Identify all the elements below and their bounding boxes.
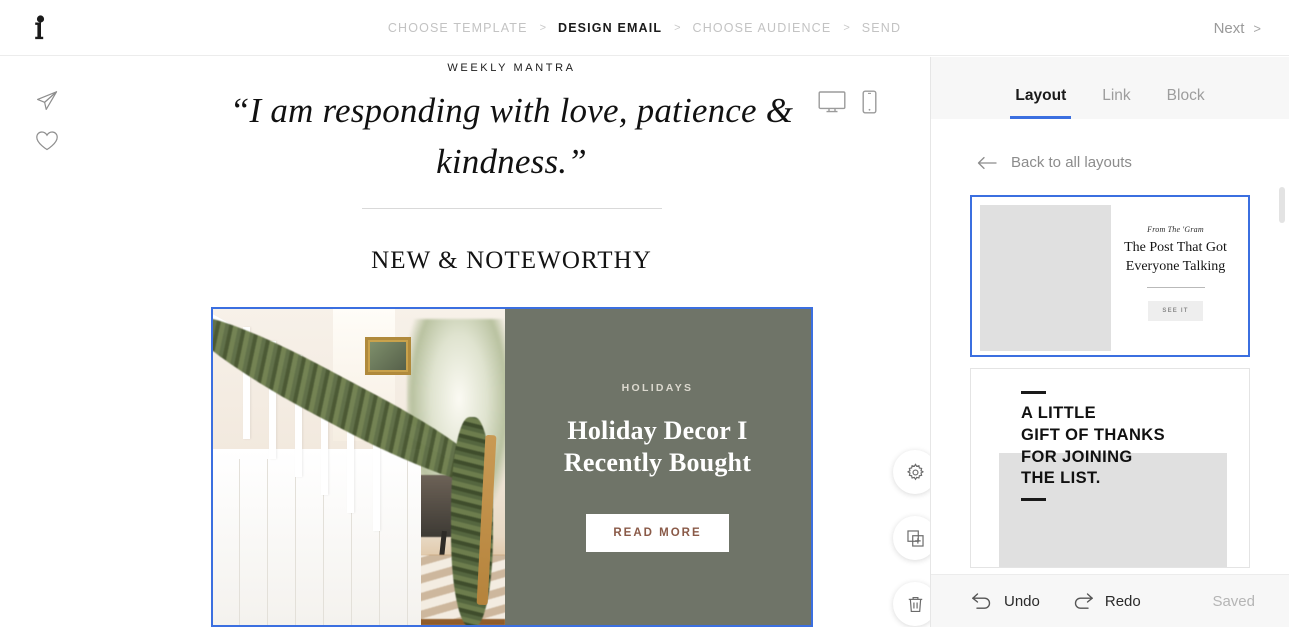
read-more-button[interactable]: READ MORE xyxy=(586,513,729,552)
layout-option-gift-of-thanks[interactable]: A LITTLE GIFT OF THANKS FOR JOINING THE … xyxy=(970,368,1250,568)
breadcrumb-step-design-email[interactable]: DESIGN EMAIL xyxy=(558,21,662,35)
layout-thumb-dash-bottom xyxy=(1021,498,1046,502)
tab-link[interactable]: Link xyxy=(1084,87,1148,119)
back-to-all-layouts-link[interactable]: Back to all layouts xyxy=(931,119,1289,171)
desktop-icon xyxy=(818,91,846,113)
layout-thumb-heading: The Post That Got Everyone Talking xyxy=(1124,239,1227,274)
desktop-preview-button[interactable] xyxy=(818,90,846,114)
photo-picture-art xyxy=(369,341,406,370)
breadcrumb-step-choose-audience[interactable]: CHOOSE AUDIENCE xyxy=(693,21,832,35)
layout-thumb-image xyxy=(980,205,1111,351)
panel-scrollbar[interactable] xyxy=(1279,187,1285,223)
breadcrumb: CHOOSE TEMPLATE > DESIGN EMAIL > CHOOSE … xyxy=(0,0,1289,56)
divider-rule xyxy=(361,207,662,209)
breadcrumb-step-send[interactable]: SEND xyxy=(862,21,901,35)
email-canvas: WEEKLY MANTRA “I am responding with love… xyxy=(93,57,930,627)
send-icon xyxy=(37,91,58,110)
duplicate-block-icon xyxy=(906,529,924,547)
back-link-label: Back to all layouts xyxy=(1011,154,1132,171)
tab-layout[interactable]: Layout xyxy=(997,87,1084,119)
layout-thumb-heading-line: GIFT OF THANKS xyxy=(1021,425,1166,444)
breadcrumb-separator: > xyxy=(674,22,681,34)
selected-content-block[interactable]: HOLIDAYS Holiday Decor I Recently Bought… xyxy=(210,306,813,627)
heart-icon xyxy=(36,131,58,151)
chevron-right-icon: > xyxy=(1253,20,1261,36)
left-rail xyxy=(0,57,93,627)
arrow-left-icon xyxy=(977,156,997,169)
block-image[interactable] xyxy=(212,308,505,625)
panel-body: Back to all layouts From The 'Gram The P… xyxy=(931,119,1289,574)
send-test-button[interactable] xyxy=(30,84,64,118)
device-preview-toggle xyxy=(818,90,877,114)
block-settings-button[interactable] xyxy=(893,450,930,494)
panel-footer: Undo Redo Saved xyxy=(931,574,1289,627)
layout-list: From The 'Gram The Post That Got Everyon… xyxy=(931,171,1289,568)
block-category-label[interactable]: HOLIDAYS xyxy=(622,382,694,394)
redo-label: Redo xyxy=(1104,592,1141,610)
next-button[interactable]: Next > xyxy=(1214,0,1261,56)
top-bar: CHOOSE TEMPLATE > DESIGN EMAIL > CHOOSE … xyxy=(0,0,1289,56)
undo-label: Undo xyxy=(1004,592,1040,610)
mantra-eyebrow: WEEKLY MANTRA xyxy=(447,62,576,74)
redo-button[interactable]: Redo xyxy=(1072,592,1141,610)
mobile-preview-button[interactable] xyxy=(862,90,877,114)
breadcrumb-step-choose-template[interactable]: CHOOSE TEMPLATE xyxy=(388,21,528,35)
save-status-label: Saved xyxy=(1212,592,1255,610)
layout-thumb-text: A LITTLE GIFT OF THANKS FOR JOINING THE … xyxy=(971,391,1249,502)
layout-thumb-heading-line: FOR JOINING xyxy=(1021,447,1133,466)
block-delete-button[interactable] xyxy=(893,582,930,626)
tab-block[interactable]: Block xyxy=(1149,87,1223,119)
breadcrumb-separator: > xyxy=(843,22,850,34)
redo-arrow-icon xyxy=(1074,593,1093,609)
mantra-quote[interactable]: “I am responding with love, patience & k… xyxy=(212,86,812,188)
layout-thumb-heading-line: A LITTLE xyxy=(1021,404,1096,422)
undo-arrow-icon xyxy=(972,593,991,609)
layout-thumb-divider xyxy=(1146,287,1205,289)
layout-thumb-button: SEE IT xyxy=(1148,301,1203,322)
layout-option-from-the-gram[interactable]: From The 'Gram The Post That Got Everyon… xyxy=(970,195,1250,357)
panel-tabs: Layout Link Block xyxy=(931,57,1289,119)
layout-thumb-heading: A LITTLE GIFT OF THANKS FOR JOINING THE … xyxy=(1021,403,1249,490)
block-duplicate-button[interactable] xyxy=(893,516,930,560)
mobile-icon xyxy=(862,90,877,114)
photo-wainscot-wall xyxy=(212,448,421,625)
layout-thumb-dash-top xyxy=(1021,391,1046,394)
settings-gear-icon xyxy=(906,462,924,480)
undo-button[interactable]: Undo xyxy=(971,592,1040,610)
breadcrumb-separator: > xyxy=(539,22,547,34)
section-title[interactable]: NEW & NOTEWORTHY xyxy=(93,247,930,275)
favorite-button[interactable] xyxy=(30,124,64,158)
layout-thumb-eyebrow: From The 'Gram xyxy=(1147,224,1204,234)
email-body: WEEKLY MANTRA “I am responding with love… xyxy=(93,57,930,627)
right-panel: Layout Link Block Back to all layouts Fr… xyxy=(930,57,1289,627)
delete-trash-icon xyxy=(908,596,922,612)
block-heading[interactable]: Holiday Decor I Recently Bought xyxy=(531,415,785,480)
block-text-column: HOLIDAYS Holiday Decor I Recently Bought… xyxy=(504,308,811,625)
next-button-label: Next xyxy=(1213,19,1245,37)
layout-thumb-text: From The 'Gram The Post That Got Everyon… xyxy=(1111,205,1240,347)
layout-thumb-heading-line: THE LIST. xyxy=(1021,469,1101,488)
